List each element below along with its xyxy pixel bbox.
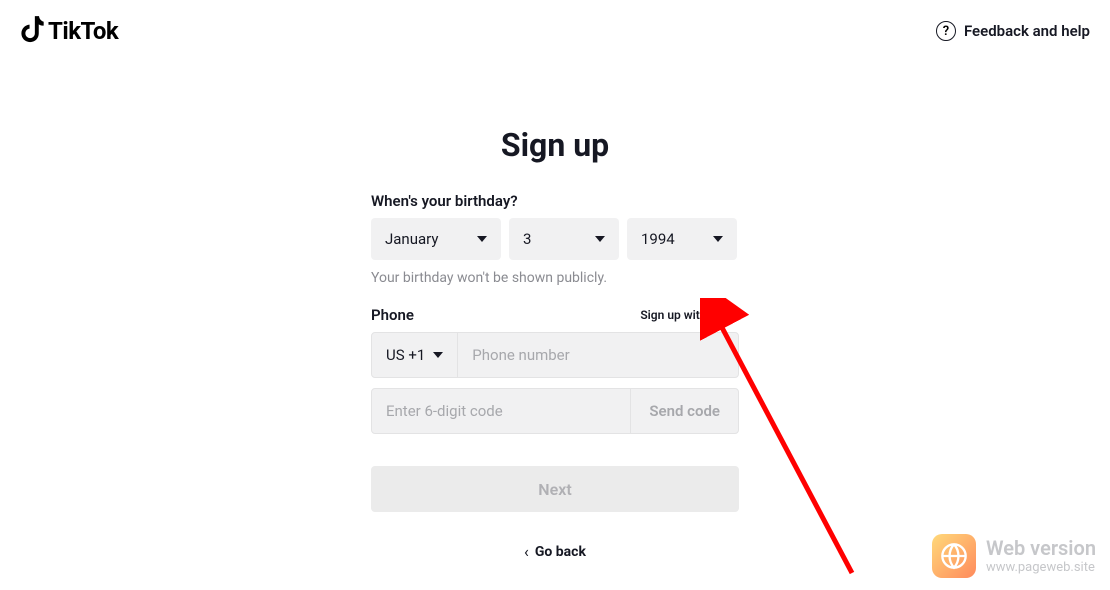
go-back-label: Go back xyxy=(535,544,586,560)
send-code-button[interactable]: Send code xyxy=(630,389,738,433)
birthday-selectors: January 3 1994 xyxy=(371,218,739,260)
caret-down-icon xyxy=(477,236,487,242)
phone-input-row: US +1 xyxy=(371,332,739,378)
next-button[interactable]: Next xyxy=(371,466,739,512)
year-value: 1994 xyxy=(641,230,675,248)
caret-down-icon xyxy=(595,236,605,242)
watermark-title: Web version xyxy=(986,536,1096,560)
month-select[interactable]: January xyxy=(371,218,501,260)
country-code-select[interactable]: US +1 xyxy=(372,333,458,377)
logo-text: TikTok xyxy=(48,17,118,45)
globe-icon xyxy=(932,534,976,578)
phone-header-row: Phone Sign up with email xyxy=(371,306,739,324)
feedback-help-link[interactable]: ? Feedback and help xyxy=(936,21,1090,41)
month-value: January xyxy=(385,230,438,248)
header: TikTok ? Feedback and help xyxy=(0,0,1110,62)
country-code-value: US +1 xyxy=(386,346,425,364)
day-value: 3 xyxy=(523,230,531,248)
verification-code-input[interactable] xyxy=(372,389,630,433)
day-select[interactable]: 3 xyxy=(509,218,619,260)
page-title: Sign up xyxy=(371,126,739,164)
birthday-hint: Your birthday won't be shown publicly. xyxy=(371,270,739,286)
caret-down-icon xyxy=(713,236,723,242)
phone-label: Phone xyxy=(371,306,414,324)
signup-with-email-link[interactable]: Sign up with email xyxy=(640,308,739,322)
caret-down-icon xyxy=(433,352,443,358)
chevron-left-icon: ‹ xyxy=(524,542,529,561)
question-icon: ? xyxy=(936,21,956,41)
signup-form: Sign up When's your birthday? January 3 … xyxy=(371,126,739,561)
birthday-label: When's your birthday? xyxy=(371,192,739,210)
watermark-url: www.pageweb.site xyxy=(986,560,1096,576)
verification-code-row: Send code xyxy=(371,388,739,434)
tiktok-icon xyxy=(20,16,46,46)
tiktok-logo[interactable]: TikTok xyxy=(20,16,118,46)
go-back-link[interactable]: ‹ Go back xyxy=(371,542,739,561)
year-select[interactable]: 1994 xyxy=(627,218,737,260)
watermark: Web version www.pageweb.site xyxy=(932,534,1096,578)
phone-number-input[interactable] xyxy=(458,333,738,377)
feedback-label: Feedback and help xyxy=(964,22,1090,40)
